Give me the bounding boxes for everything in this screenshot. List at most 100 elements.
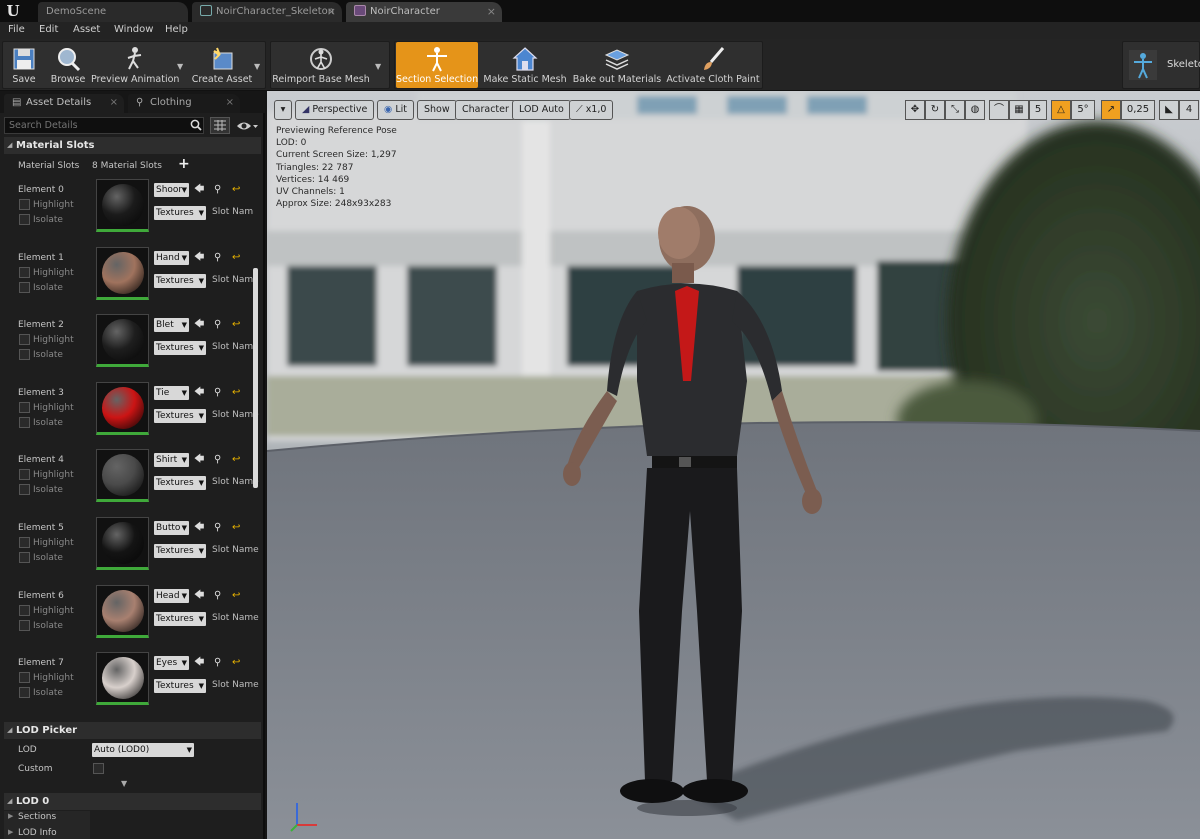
search-icon[interactable]: ⚲ (214, 522, 221, 534)
bake-out-materials-button[interactable]: Bake out Materials (571, 42, 663, 88)
search-icon[interactable]: ⚲ (214, 319, 221, 331)
grid-snap-toggle[interactable]: ▦ (1009, 100, 1029, 120)
camera-speed-toggle[interactable]: ◣ (1159, 100, 1179, 120)
slot-name-field[interactable]: Slot Nam (212, 275, 253, 285)
expand-arrow-icon[interactable]: ▶ (8, 812, 13, 820)
custom-checkbox[interactable] (93, 763, 104, 774)
arrow-left-icon[interactable]: 🡄 (194, 454, 204, 466)
isolate-checkbox[interactable] (19, 619, 30, 631)
lod-select[interactable]: Auto (LOD0) ▼ (92, 743, 194, 757)
add-material-slot-button[interactable]: + (178, 156, 190, 172)
expand-arrow-icon[interactable]: ▶ (8, 828, 13, 836)
reset-arrow-icon[interactable]: ↩ (232, 319, 240, 331)
reset-arrow-icon[interactable]: ↩ (232, 184, 240, 196)
section-selection-button[interactable]: Section Selection (396, 42, 478, 88)
close-icon[interactable]: × (226, 94, 234, 112)
material-select[interactable]: Head ▼ (154, 588, 189, 603)
reset-arrow-icon[interactable]: ↩ (232, 590, 240, 602)
lod0-header[interactable]: ◢ LOD 0 (4, 793, 261, 810)
material-thumbnail[interactable] (96, 179, 149, 232)
search-icon[interactable]: ⚲ (214, 387, 221, 399)
close-icon[interactable]: × (110, 94, 118, 112)
textures-select[interactable]: Textures ▼ (154, 206, 206, 220)
lod-auto-button[interactable]: LOD Auto (512, 100, 571, 120)
slot-name-field[interactable]: Slot Name (212, 680, 259, 690)
translate-mode-button[interactable]: ✥ (905, 100, 925, 120)
arrow-left-icon[interactable]: 🡄 (194, 590, 204, 602)
highlight-checkbox[interactable] (19, 672, 30, 684)
scale-snap-toggle[interactable]: ↗ (1101, 100, 1121, 120)
arrow-left-icon[interactable]: 🡄 (194, 657, 204, 669)
grid-snap-value[interactable]: 5 (1029, 100, 1047, 120)
material-thumbnail[interactable] (96, 584, 149, 638)
isolate-checkbox[interactable] (19, 416, 30, 428)
scrollbar[interactable] (253, 268, 258, 488)
material-select[interactable]: Shoor ▼ (154, 183, 189, 197)
textures-select[interactable]: Textures ▼ (154, 408, 206, 423)
arrow-left-icon[interactable]: 🡄 (194, 184, 204, 196)
close-icon[interactable]: × (327, 2, 336, 21)
chevron-down-icon[interactable]: ▼ (375, 62, 381, 71)
save-button[interactable]: Save (5, 42, 43, 88)
reset-arrow-icon[interactable]: ↩ (232, 454, 240, 466)
property-matrix-button[interactable] (210, 117, 230, 134)
material-select[interactable]: Tie ▼ (154, 385, 189, 400)
search-icon[interactable]: ⚲ (214, 590, 221, 602)
textures-select[interactable]: Textures ▼ (154, 544, 206, 558)
menu-asset[interactable]: Asset (73, 22, 100, 38)
search-icon[interactable]: ⚲ (214, 184, 221, 196)
material-select[interactable]: Hand ▼ (154, 250, 189, 265)
material-slots-header[interactable]: ◢ Material Slots (4, 137, 261, 154)
arrow-left-icon[interactable]: 🡄 (194, 522, 204, 534)
material-thumbnail[interactable] (96, 314, 149, 368)
highlight-checkbox[interactable] (19, 266, 30, 278)
highlight-checkbox[interactable] (19, 334, 30, 346)
tab-clothing[interactable]: ⚲ Clothing × (128, 94, 240, 113)
lod-info-label[interactable]: LOD Info (18, 828, 57, 838)
material-select[interactable]: Butto ▼ (154, 521, 189, 535)
highlight-checkbox[interactable] (19, 469, 30, 481)
make-static-mesh-button[interactable]: Make Static Mesh (483, 42, 567, 88)
menu-edit[interactable]: Edit (39, 22, 58, 38)
chevron-down-icon[interactable]: ▼ (177, 62, 183, 71)
highlight-checkbox[interactable] (19, 604, 30, 616)
slot-name-field[interactable]: Slot Name (212, 613, 259, 623)
sections-label[interactable]: Sections (18, 812, 56, 822)
expand-arrow-icon[interactable]: ▼ (121, 779, 127, 788)
material-thumbnail[interactable] (96, 517, 149, 570)
rotate-mode-button[interactable]: ↻ (925, 100, 945, 120)
textures-select[interactable]: Textures ▼ (154, 273, 206, 288)
rotation-snap-toggle[interactable]: △ (1051, 100, 1071, 120)
slot-name-field[interactable]: Slot Name (212, 545, 259, 555)
isolate-checkbox[interactable] (19, 687, 30, 699)
isolate-checkbox[interactable] (19, 214, 30, 225)
textures-select[interactable]: Textures ▼ (154, 341, 206, 356)
slot-name-field[interactable]: Slot Nam (212, 207, 253, 217)
search-input[interactable] (4, 117, 204, 134)
rotation-snap-value[interactable]: 5° (1071, 100, 1095, 120)
playback-speed-button[interactable]: ⟋ x1,0 (569, 100, 614, 120)
surface-snap-button[interactable]: ⌒ (989, 100, 1009, 120)
scale-mode-button[interactable]: ⤡ (945, 100, 965, 120)
search-icon[interactable]: ⚲ (214, 252, 221, 264)
arrow-left-icon[interactable]: 🡄 (194, 387, 204, 399)
slot-name-field[interactable]: Slot Name (212, 477, 259, 487)
menu-help[interactable]: Help (165, 22, 188, 38)
viewport-options-button[interactable]: ▾ (274, 100, 292, 120)
reset-arrow-icon[interactable]: ↩ (232, 522, 240, 534)
tab-noircharacter[interactable]: NoirCharacter × (346, 2, 502, 22)
preview-animation-button[interactable]: Preview Animation (91, 42, 179, 88)
material-select[interactable]: Eyes ▼ (154, 656, 189, 671)
character-button[interactable]: Character (455, 100, 516, 120)
scale-snap-value[interactable]: 0,25 (1121, 100, 1155, 120)
browse-button[interactable]: Browse (47, 42, 89, 88)
highlight-checkbox[interactable] (19, 199, 30, 210)
activate-cloth-paint-button[interactable]: Activate Cloth Paint (665, 42, 761, 88)
textures-select[interactable]: Textures ▼ (154, 611, 206, 626)
search-icon[interactable] (190, 119, 202, 131)
material-thumbnail[interactable] (96, 449, 149, 503)
lit-button[interactable]: ◉ Lit (377, 100, 414, 120)
reimport-base-mesh-button[interactable]: Reimport Base Mesh (271, 42, 371, 88)
search-icon[interactable]: ⚲ (214, 657, 221, 669)
material-select[interactable]: Shirt ▼ (154, 453, 189, 468)
